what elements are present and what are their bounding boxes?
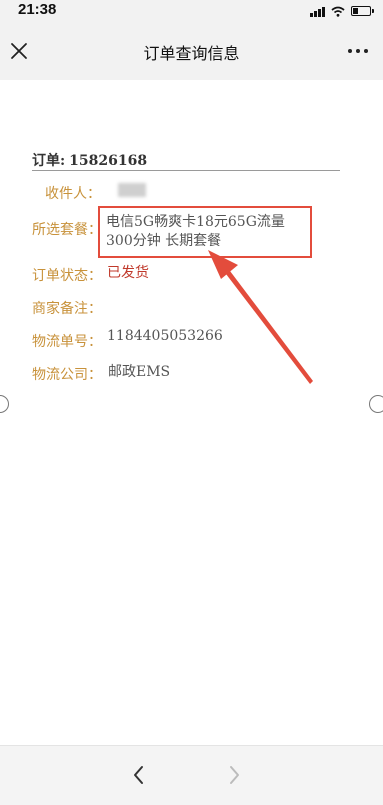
recipient-name-redacted: [118, 183, 146, 197]
wifi-icon: [331, 6, 345, 17]
signal-icon: [310, 6, 325, 17]
left-edge-circle: [0, 395, 9, 413]
annotation-arrow: [208, 250, 313, 384]
nav-bar: 订单查询信息: [0, 22, 383, 80]
bottom-toolbar: [0, 745, 383, 805]
chevron-left-icon: [134, 766, 143, 784]
status-icons: [310, 4, 374, 18]
tracking-label: 物流单号：: [32, 334, 102, 350]
recipient-label: 收件人：: [45, 186, 101, 202]
order-number: 15826168: [69, 153, 148, 169]
tracking-number: 1184405053266: [107, 328, 223, 344]
status-time: 21:38: [18, 1, 57, 18]
note-label: 商家备注：: [32, 301, 102, 317]
page-title: 订单查询信息: [143, 46, 240, 63]
forward-button[interactable]: [222, 762, 246, 788]
order-label: 订单:: [32, 153, 66, 169]
more-icon: [348, 49, 368, 53]
arrow-shaft: [226, 271, 313, 384]
order-header: 订单: 15826168: [32, 150, 340, 171]
right-edge-circle: [369, 395, 383, 413]
carrier-label: 物流公司：: [32, 367, 102, 383]
chevron-right-icon: [230, 766, 239, 784]
status-bar: 21:38: [0, 0, 383, 22]
status-label: 订单状态：: [32, 268, 102, 284]
package-label: 所选套餐：: [32, 222, 102, 238]
battery-icon: [351, 6, 374, 16]
status-value: 已发货: [107, 265, 149, 281]
annotation-highlight-box: [98, 206, 312, 258]
back-button[interactable]: [127, 762, 151, 788]
carrier-value: 邮政EMS: [108, 364, 171, 380]
more-button[interactable]: [345, 40, 371, 62]
